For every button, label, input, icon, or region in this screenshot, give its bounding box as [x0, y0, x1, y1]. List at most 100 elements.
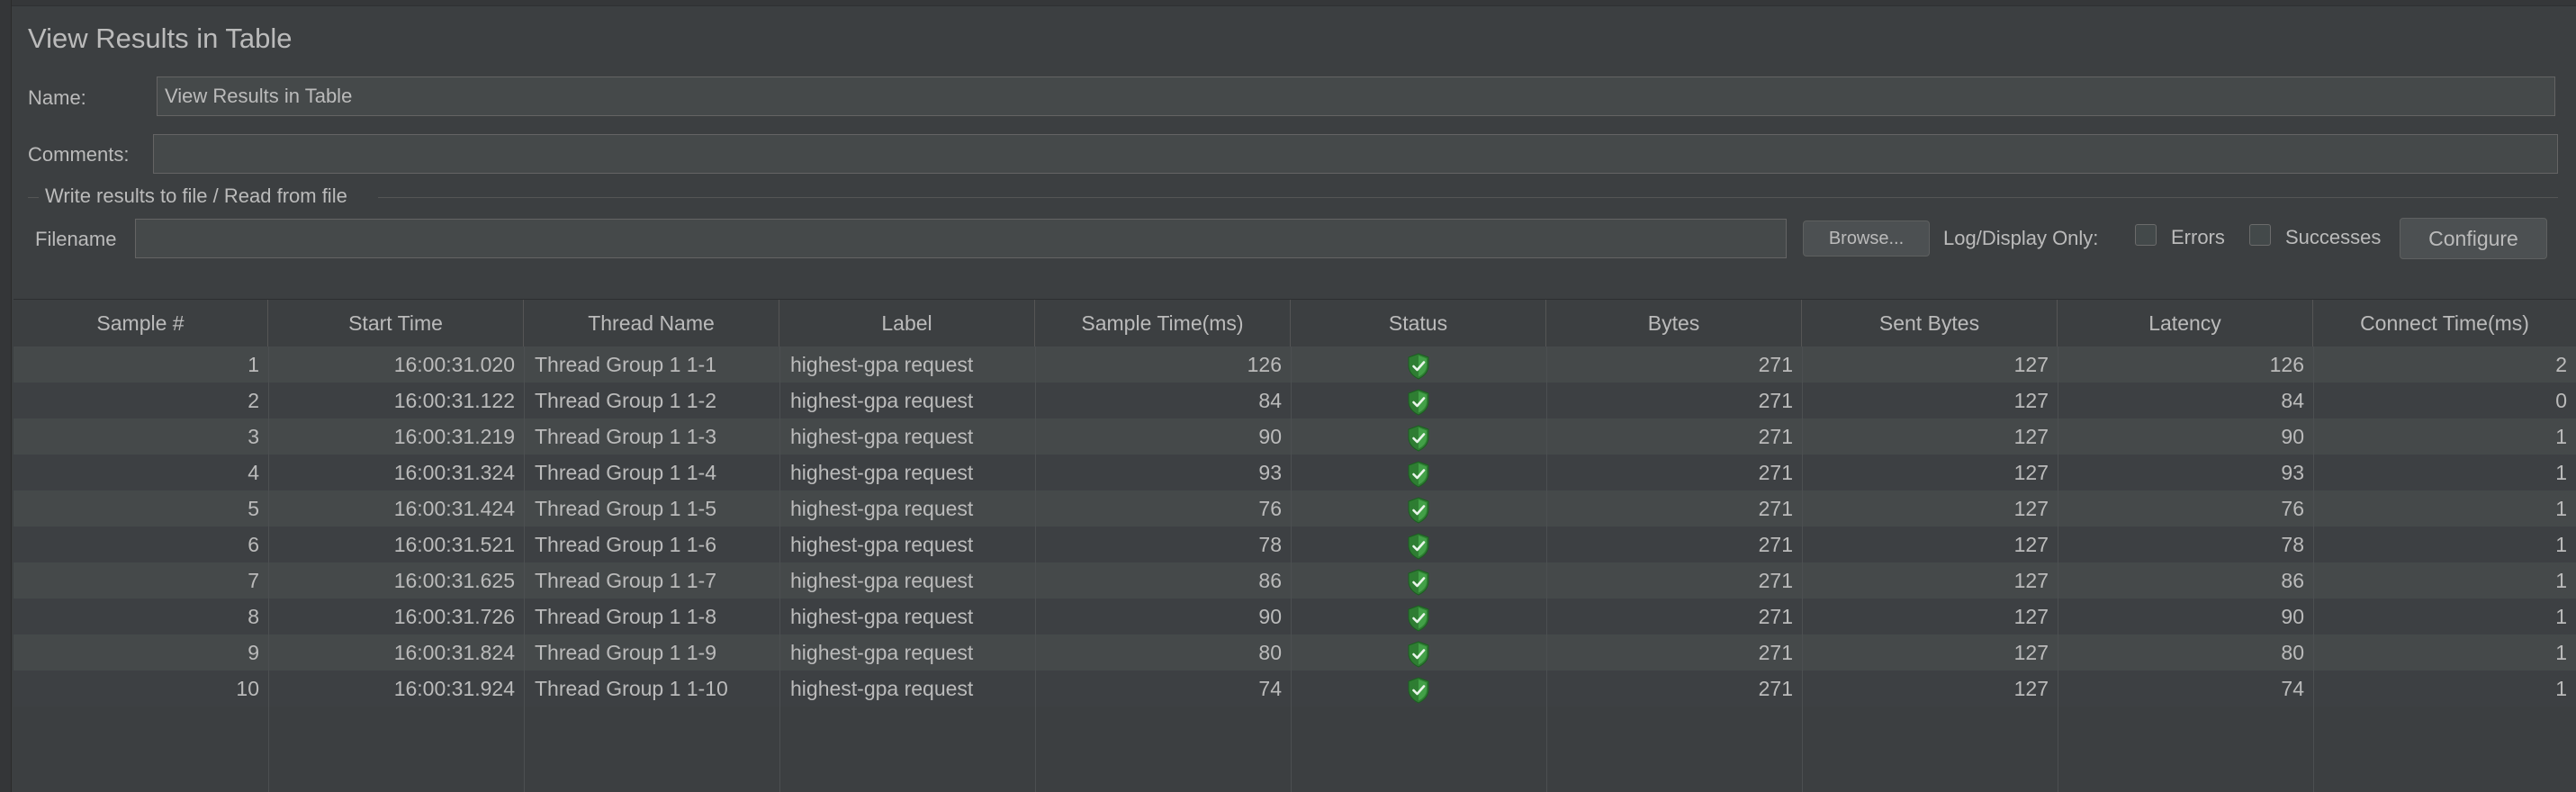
cell-sample: 8	[248, 605, 259, 628]
column-divider	[1291, 346, 1292, 792]
success-shield-icon	[1408, 533, 1429, 560]
cell-label: highest-gpa request	[790, 677, 974, 700]
cell-sample-time: 90	[1258, 425, 1282, 448]
browse-button[interactable]: Browse...	[1803, 220, 1930, 256]
cell-start-time: 16:00:31.324	[393, 461, 515, 484]
cell-sample: 4	[248, 461, 259, 484]
errors-checkbox[interactable]	[2135, 224, 2157, 246]
cell-sent-bytes: 127	[2013, 497, 2049, 520]
cell-connect-time: 1	[2555, 641, 2567, 664]
cell-sample-time: 84	[1258, 389, 1282, 412]
cell-sample: 3	[248, 425, 259, 448]
name-label: Name:	[28, 86, 86, 109]
cell-latency: 78	[2281, 533, 2304, 556]
cell-latency: 90	[2281, 425, 2304, 448]
group-border-right	[378, 197, 2558, 198]
table-row[interactable]: 6 16:00:31.521 Thread Group 1 1-6 highest-g…	[14, 526, 2576, 562]
column-divider	[1035, 346, 1036, 792]
success-shield-icon	[1408, 641, 1429, 668]
cell-status	[1291, 526, 1546, 562]
cell-latency: 84	[2281, 389, 2304, 412]
cell-start-time: 16:00:31.122	[393, 389, 515, 412]
group-border-left	[28, 197, 39, 198]
cell-start-time: 16:00:31.824	[393, 641, 515, 664]
column-header-label[interactable]: Label	[779, 300, 1035, 346]
table-row[interactable]: 5 16:00:31.424 Thread Group 1 1-5 highest-g…	[14, 490, 2576, 526]
cell-thread-name: Thread Group 1 1-6	[535, 533, 717, 556]
column-header-connect-time[interactable]: Connect Time(ms)	[2313, 300, 2576, 346]
column-header-status[interactable]: Status	[1291, 300, 1546, 346]
cell-sent-bytes: 127	[2013, 461, 2049, 484]
success-shield-icon	[1408, 605, 1429, 632]
column-divider	[268, 346, 269, 792]
column-divider	[779, 346, 780, 792]
cell-label: highest-gpa request	[790, 353, 974, 376]
column-header-sample-time[interactable]: Sample Time(ms)	[1035, 300, 1291, 346]
table-row[interactable]: 7 16:00:31.625 Thread Group 1 1-7 highest-g…	[14, 562, 2576, 598]
cell-status	[1291, 598, 1546, 634]
cell-connect-time: 2	[2555, 353, 2567, 376]
cell-sent-bytes: 127	[2013, 389, 2049, 412]
column-header-bytes[interactable]: Bytes	[1546, 300, 1802, 346]
cell-sent-bytes: 127	[2013, 533, 2049, 556]
success-shield-icon	[1408, 497, 1429, 524]
cell-sample-time: 90	[1258, 605, 1282, 628]
cell-sent-bytes: 127	[2013, 605, 2049, 628]
cell-label: highest-gpa request	[790, 569, 974, 592]
table-row[interactable]: 10 16:00:31.924 Thread Group 1 1-10 highest…	[14, 670, 2576, 706]
table-row[interactable]: 3 16:00:31.219 Thread Group 1 1-3 highest-g…	[14, 418, 2576, 454]
column-header-start-time[interactable]: Start Time	[268, 300, 524, 346]
cell-thread-name: Thread Group 1 1-7	[535, 569, 717, 592]
cell-label: highest-gpa request	[790, 605, 974, 628]
successes-label[interactable]: Successes	[2285, 226, 2381, 249]
cell-connect-time: 1	[2555, 461, 2567, 484]
cell-sample: 5	[248, 497, 259, 520]
cell-connect-time: 1	[2555, 533, 2567, 556]
cell-label: highest-gpa request	[790, 461, 974, 484]
comments-field[interactable]	[153, 134, 2558, 174]
column-header-latency[interactable]: Latency	[2058, 300, 2313, 346]
configure-button[interactable]: Configure	[2400, 218, 2547, 259]
cell-start-time: 16:00:31.424	[393, 497, 515, 520]
table-row[interactable]: 4 16:00:31.324 Thread Group 1 1-4 highest-g…	[14, 454, 2576, 490]
file-group-title: Write results to file / Read from file	[41, 184, 351, 208]
filename-field[interactable]	[135, 219, 1787, 258]
cell-label: highest-gpa request	[790, 533, 974, 556]
cell-thread-name: Thread Group 1 1-2	[535, 389, 717, 412]
cell-status	[1291, 634, 1546, 670]
cell-label: highest-gpa request	[790, 497, 974, 520]
column-header-sample[interactable]: Sample #	[14, 300, 268, 346]
cell-connect-time: 0	[2555, 389, 2567, 412]
successes-checkbox[interactable]	[2249, 224, 2271, 246]
cell-latency: 86	[2281, 569, 2304, 592]
cell-bytes: 271	[1758, 641, 1793, 664]
column-header-sent-bytes[interactable]: Sent Bytes	[1802, 300, 2058, 346]
table-row[interactable]: 8 16:00:31.726 Thread Group 1 1-8 highest-g…	[14, 598, 2576, 634]
cell-bytes: 271	[1758, 533, 1793, 556]
cell-latency: 76	[2281, 497, 2304, 520]
cell-sent-bytes: 127	[2013, 641, 2049, 664]
success-shield-icon	[1408, 569, 1429, 596]
cell-sample: 10	[236, 677, 259, 700]
column-header-thread-name[interactable]: Thread Name	[524, 300, 779, 346]
cell-sample-time: 74	[1258, 677, 1282, 700]
cell-label: highest-gpa request	[790, 641, 974, 664]
table-row[interactable]: 2 16:00:31.122 Thread Group 1 1-2 highest-g…	[14, 382, 2576, 418]
cell-thread-name: Thread Group 1 1-4	[535, 461, 717, 484]
table-row[interactable]: 9 16:00:31.824 Thread Group 1 1-9 highest-g…	[14, 634, 2576, 670]
success-shield-icon	[1408, 677, 1429, 704]
column-divider	[524, 346, 525, 792]
panel-title: View Results in Table	[28, 22, 293, 54]
cell-start-time: 16:00:31.020	[393, 353, 515, 376]
table-body: 1 16:00:31.020 Thread Group 1 1-1 highest-g…	[14, 346, 2576, 792]
errors-label[interactable]: Errors	[2171, 226, 2225, 249]
success-shield-icon	[1408, 389, 1429, 416]
name-field[interactable]: View Results in Table	[157, 76, 2555, 116]
cell-sent-bytes: 127	[2013, 569, 2049, 592]
success-shield-icon	[1408, 353, 1429, 380]
cell-label: highest-gpa request	[790, 425, 974, 448]
cell-status	[1291, 562, 1546, 598]
cell-bytes: 271	[1758, 569, 1793, 592]
table-header: Sample # Start Time Thread Name Label Sa…	[14, 299, 2576, 347]
table-row[interactable]: 1 16:00:31.020 Thread Group 1 1-1 highest-g…	[14, 346, 2576, 382]
